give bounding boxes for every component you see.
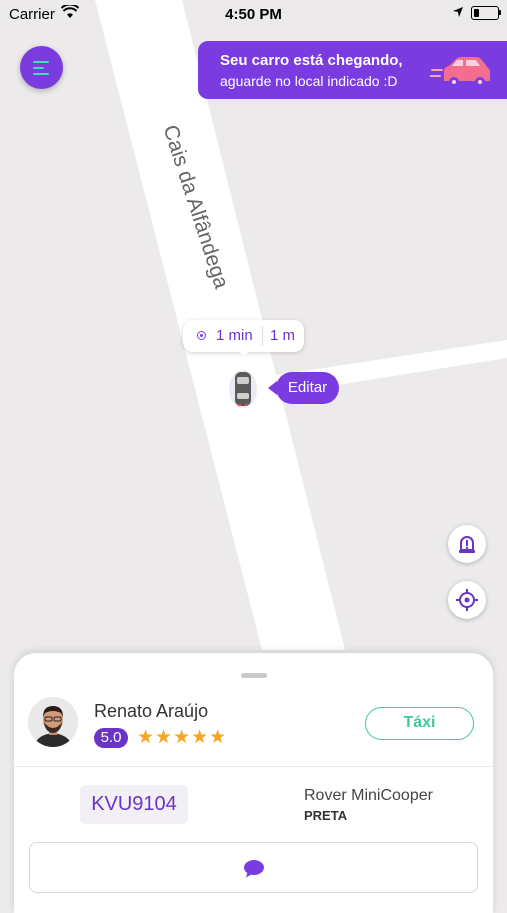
battery-tip: [499, 10, 501, 15]
driver-rating-badge: 5.0: [94, 728, 128, 748]
menu-button[interactable]: [20, 46, 63, 89]
gps-locate-icon: [456, 589, 478, 611]
location-arrow-icon: [453, 7, 463, 17]
driver-name: Renato Araújo: [94, 701, 209, 721]
arrival-banner: Seu carro está chegando, aguarde no loca…: [198, 41, 507, 99]
origin-dot-icon: [197, 331, 206, 340]
taxi-category-button[interactable]: Táxi: [365, 707, 474, 740]
rating-stars: ★★★★★: [137, 727, 228, 748]
eta-bubble: 1 min 1 m: [183, 320, 304, 352]
license-plate: KVU9104: [80, 785, 188, 824]
edit-button[interactable]: Editar: [276, 372, 339, 404]
eta-pointer: [238, 350, 250, 356]
status-bar: Carrier 4:50 PM: [0, 0, 507, 28]
eta-distance: 1 m: [270, 327, 296, 344]
banner-subtitle: aguarde no local indicado :D: [220, 73, 398, 89]
vehicle-model: Rover MiniCooper: [304, 787, 433, 804]
battery-icon: [471, 6, 499, 20]
car-marker-icon[interactable]: [228, 368, 258, 410]
alert-button[interactable]: [448, 525, 486, 563]
divider: [14, 766, 493, 767]
alert-beacon-icon: [459, 536, 475, 553]
vehicle-color: PRETA: [304, 808, 348, 823]
locate-me-button[interactable]: [448, 581, 486, 619]
eta-time: 1 min: [216, 327, 253, 344]
car-icon: [430, 57, 490, 87]
driver-bottom-sheet: Renato Araújo 5.0 ★★★★★ Táxi KVU9104 Rov…: [14, 653, 493, 913]
chat-bubble-icon: [244, 860, 264, 878]
eta-separator: [262, 326, 263, 346]
sheet-drag-handle[interactable]: [241, 673, 267, 678]
battery-level: [474, 9, 479, 17]
chat-button[interactable]: [29, 842, 478, 893]
driver-avatar: [28, 697, 78, 747]
clock: 4:50 PM: [225, 6, 282, 23]
banner-title: Seu carro está chegando,: [220, 52, 403, 69]
